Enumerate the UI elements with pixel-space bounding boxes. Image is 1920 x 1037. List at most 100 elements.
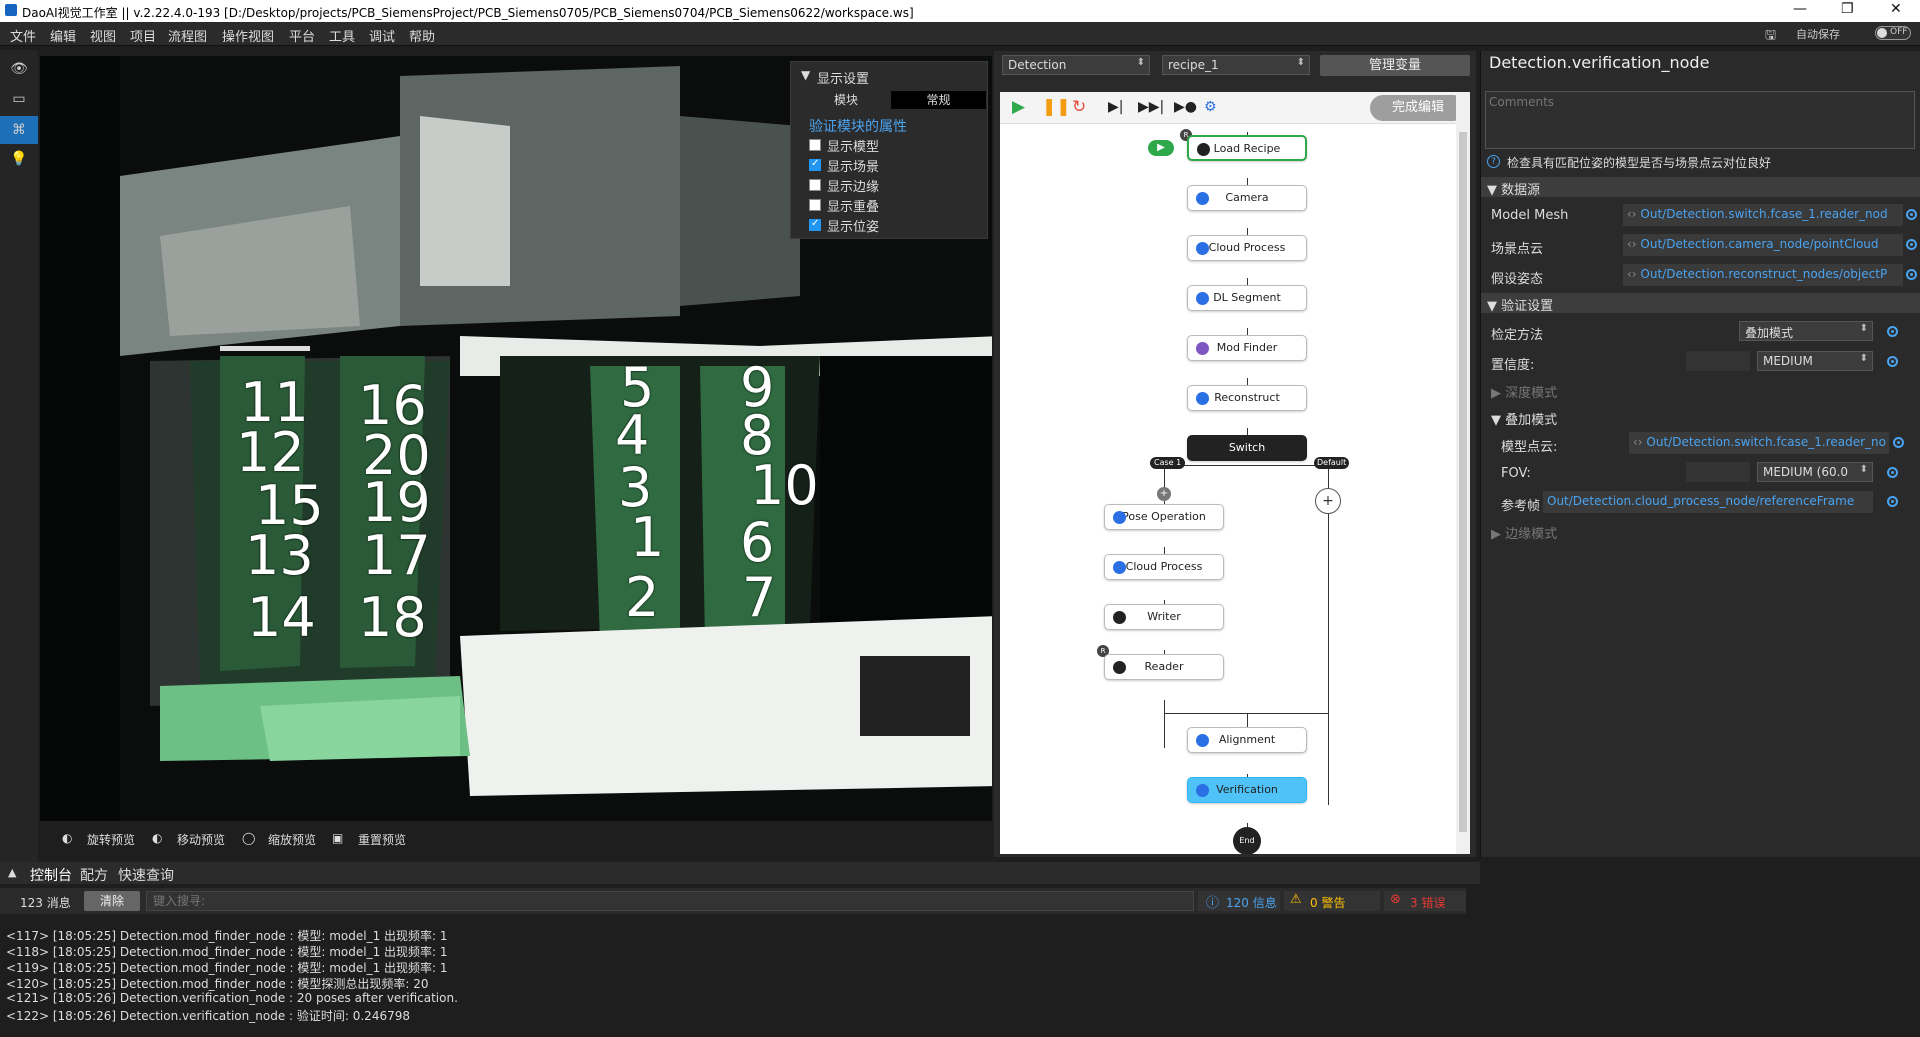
info-filter[interactable]: ⓘ 120 信息 xyxy=(1198,891,1280,911)
start-play-icon[interactable]: ▶ xyxy=(1148,140,1174,156)
scene-cloud-field[interactable]: ‹› Out/Detection.camera_node/pointCloud xyxy=(1623,234,1903,256)
add-default-node-icon[interactable]: + xyxy=(1315,488,1341,514)
overlay-mode-row[interactable]: ▼ 叠加模式 xyxy=(1491,409,1557,428)
rotate-preview-button[interactable]: 旋转预览 xyxy=(87,831,135,848)
tab-console[interactable]: 控制台 xyxy=(30,865,72,885)
menu-platform[interactable]: 平台 xyxy=(289,26,315,45)
node-dl-segment[interactable]: DL Segment xyxy=(1187,285,1307,311)
node-writer[interactable]: Writer xyxy=(1104,604,1224,630)
finish-editing-button[interactable]: 完成编辑 xyxy=(1370,95,1466,121)
warning-filter[interactable]: ⚠ 0 警告 xyxy=(1284,891,1380,911)
link-icon[interactable] xyxy=(1887,467,1898,478)
fov-input[interactable] xyxy=(1686,462,1750,482)
node-load-recipe[interactable]: Load Recipe xyxy=(1187,135,1307,161)
camera-eye-icon[interactable]: 👁 xyxy=(8,58,30,80)
search-input[interactable] xyxy=(146,891,1194,911)
debug-icon[interactable]: ⚙ xyxy=(1204,99,1217,115)
menu-file[interactable]: 文件 xyxy=(10,26,36,45)
rotate-icon[interactable]: ◐ xyxy=(62,831,72,845)
edge-mode-row[interactable]: ▶ 边缘模式 xyxy=(1491,523,1557,542)
clear-button[interactable]: 清除 xyxy=(84,891,140,911)
link-icon[interactable] xyxy=(1887,356,1898,367)
link-icon[interactable] xyxy=(1906,239,1917,250)
node-cloud-process-2[interactable]: Cloud Process xyxy=(1104,554,1224,580)
node-reconstruct[interactable]: Reconstruct xyxy=(1187,385,1307,411)
menu-flowchart[interactable]: 流程图 xyxy=(168,26,207,45)
show-model-label: 显示模型 xyxy=(827,140,880,155)
confidence-input[interactable] xyxy=(1686,351,1750,371)
add-node-icon[interactable]: + xyxy=(1157,487,1171,501)
menu-view[interactable]: 视图 xyxy=(90,26,116,45)
node-camera[interactable]: Camera xyxy=(1187,185,1307,211)
play-icon[interactable]: ▶ xyxy=(1012,97,1025,117)
node-reader[interactable]: Reader xyxy=(1104,654,1224,680)
fast-forward-icon[interactable]: ▶▶| xyxy=(1138,99,1164,115)
show-scene-checkbox[interactable] xyxy=(809,158,821,171)
fov-select[interactable]: MEDIUM (60.0 ⬍ xyxy=(1757,462,1873,482)
step-icon[interactable]: ▶| xyxy=(1108,99,1123,115)
tab-module[interactable]: 模块 xyxy=(801,91,891,109)
run-to-icon[interactable]: ▶● xyxy=(1174,99,1197,115)
error-filter[interactable]: ⊗ 3 错误 xyxy=(1384,891,1466,911)
show-model-checkbox[interactable] xyxy=(809,139,821,151)
reset-icon[interactable]: ▣ xyxy=(332,831,343,845)
verify-settings-header[interactable]: ▼ 验证设置 xyxy=(1481,293,1920,314)
datasource-header[interactable]: ▼ 数据源 xyxy=(1481,177,1920,198)
move-icon[interactable]: ◐ xyxy=(152,831,162,845)
menu-project[interactable]: 项目 xyxy=(130,26,156,45)
reset-preview-button[interactable]: 重置预览 xyxy=(358,831,406,848)
flow-scrollbar[interactable] xyxy=(1456,92,1470,854)
autosave-toggle[interactable]: OFF xyxy=(1875,26,1911,40)
model-mesh-field[interactable]: ‹› Out/Detection.switch.fcase_1.reader_n… xyxy=(1623,204,1903,226)
comments-field[interactable] xyxy=(1485,91,1915,149)
show-edge-checkbox[interactable] xyxy=(809,179,821,191)
bulb-icon[interactable]: 💡 xyxy=(8,148,30,170)
save-icon[interactable]: 🖫 xyxy=(1765,26,1776,48)
tab-general[interactable]: 常规 xyxy=(891,91,986,109)
close-icon[interactable]: ✕ xyxy=(1890,1,1902,17)
link-icon[interactable] xyxy=(1893,437,1904,448)
node-alignment[interactable]: Alignment xyxy=(1187,727,1307,753)
title-bar: DaoAI视觉工作室 || v.2.22.4.0-193 [D:/Desktop… xyxy=(0,0,1920,22)
minimize-icon[interactable]: — xyxy=(1793,1,1807,17)
menu-operation-view[interactable]: 操作视图 xyxy=(222,26,274,45)
link-icon[interactable] xyxy=(1887,496,1898,507)
tab-quick-query[interactable]: 快速查询 xyxy=(118,865,174,885)
model-cloud-field[interactable]: ‹› Out/Detection.switch.fcase_1.reader_n… xyxy=(1629,432,1889,454)
menu-edit[interactable]: 编辑 xyxy=(50,26,76,45)
recipe-select[interactable]: recipe_1 ⬍ xyxy=(1162,55,1310,75)
menu-debug[interactable]: 调试 xyxy=(369,26,395,45)
collapse-console-icon[interactable]: ▲ xyxy=(8,866,16,879)
monitor-icon[interactable]: ▭ xyxy=(8,88,30,110)
node-mod-finder[interactable]: Mod Finder xyxy=(1187,335,1307,361)
node-switch[interactable]: Switch xyxy=(1187,435,1307,461)
node-end[interactable]: End xyxy=(1233,827,1261,854)
collapse-icon[interactable]: ▼ xyxy=(801,68,810,82)
restore-icon[interactable]: ❐ xyxy=(1841,1,1854,17)
menu-help[interactable]: 帮助 xyxy=(409,26,435,45)
node-verification[interactable]: Verification xyxy=(1187,777,1307,803)
link-icon[interactable] xyxy=(1906,209,1917,220)
zoom-preview-button[interactable]: 缩放预览 xyxy=(268,831,316,848)
node-pose-operation[interactable]: Pose Operation xyxy=(1104,504,1224,530)
move-preview-button[interactable]: 移动预览 xyxy=(177,831,225,848)
node-cloud-process[interactable]: Cloud Process xyxy=(1187,235,1307,261)
show-pose-checkbox[interactable] xyxy=(809,218,821,231)
restart-icon[interactable]: ↻ xyxy=(1072,97,1086,117)
tab-recipe[interactable]: 配方 xyxy=(80,865,108,885)
depth-mode-row[interactable]: ▶ 深度模式 xyxy=(1491,382,1557,401)
hypothesis-pose-field[interactable]: ‹› Out/Detection.reconstruct_nodes/objec… xyxy=(1623,264,1903,286)
link-icon[interactable] xyxy=(1887,326,1898,337)
reference-frame-field[interactable]: Out/Detection.cloud_process_node/referen… xyxy=(1543,491,1873,513)
link-icon[interactable] xyxy=(1906,269,1917,280)
pipeline-select[interactable]: Detection ⬍ xyxy=(1002,55,1150,75)
manage-variables-button[interactable]: 管理变量 xyxy=(1320,55,1470,76)
flowchart-canvas[interactable]: ▶ ❚❚ ↻ ▶| ▶▶| ▶● ⚙ 完成编辑 ▶ R Load Recipe … xyxy=(1000,92,1470,854)
zoom-icon[interactable]: ◯ xyxy=(242,831,255,845)
confidence-select[interactable]: MEDIUM ⬍ xyxy=(1757,351,1873,371)
method-select[interactable]: 叠加模式 ⬍ xyxy=(1739,321,1873,341)
menu-tools[interactable]: 工具 xyxy=(329,26,355,45)
pause-icon[interactable]: ❚❚ xyxy=(1042,97,1071,117)
flowchart-icon[interactable]: ⌘ xyxy=(0,116,38,144)
show-overlap-checkbox[interactable] xyxy=(809,199,821,211)
